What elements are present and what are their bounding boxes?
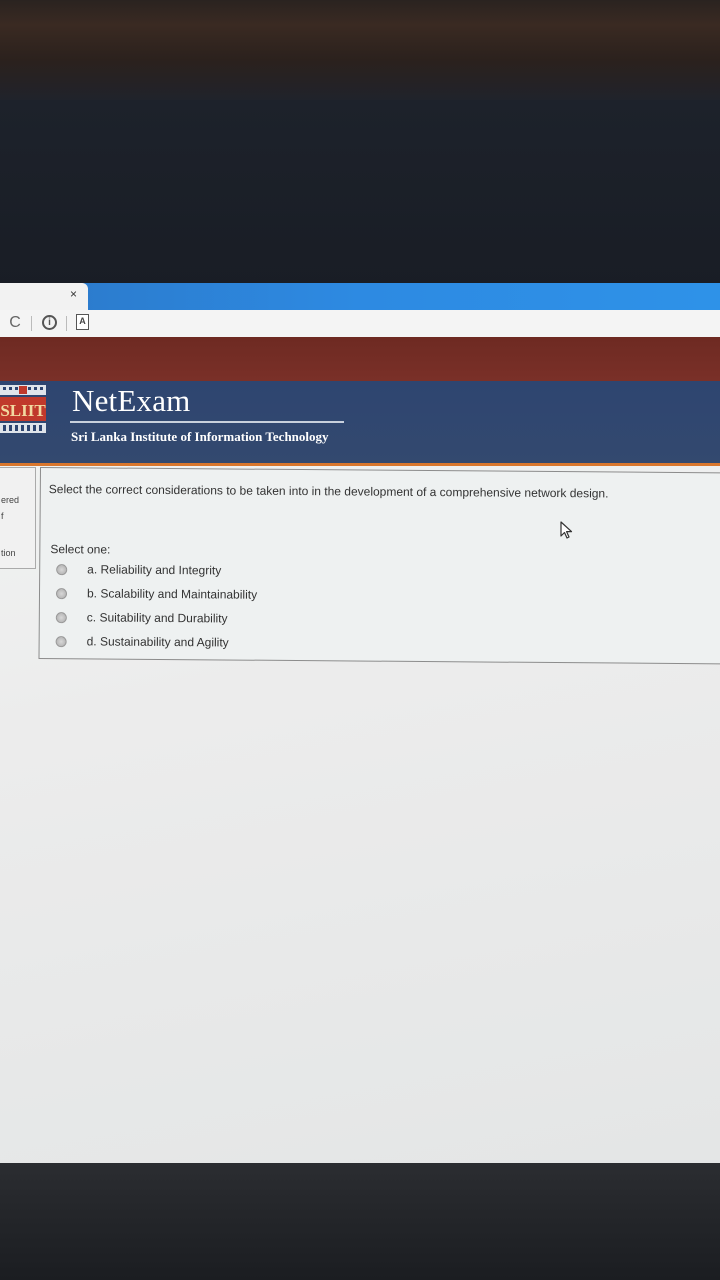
site-header: SLIIT NetExam Sri Lanka Institute of Inf… [0,381,720,466]
question-info-panel: ered f tion [0,467,36,569]
toolbar-divider [66,316,67,331]
room-background [0,0,720,100]
question-box: Select the correct considerations to be … [38,467,720,665]
browser-window: × C i A SLIIT NetExam Sri Lanka Institut… [0,283,720,1163]
radio-button-b[interactable] [55,588,68,600]
toolbar-divider [31,316,32,331]
answer-label-d[interactable]: d. Sustainability and Agility [87,634,229,649]
answer-option-b[interactable]: b. Scalability and Maintainability [55,586,356,606]
info-text-line: f [1,511,4,521]
answer-label-c[interactable]: c. Suitability and Durability [87,610,228,625]
browser-toolbar: C i A [0,310,720,338]
answer-option-a[interactable]: a. Reliability and Integrity [56,562,356,582]
info-text-line: ered [1,495,20,505]
page-icon[interactable]: A [76,314,89,330]
close-tab-icon[interactable]: × [70,287,77,301]
answer-option-c[interactable]: c. Suitability and Durability [55,610,356,630]
reload-icon[interactable]: C [6,314,24,332]
info-icon[interactable]: i [42,315,57,330]
monitor-bezel-bottom [0,1163,720,1280]
radio-button-c[interactable] [55,612,67,624]
answer-option-d[interactable]: d. Sustainability and Agility [55,634,356,654]
tab-strip: × [0,283,720,310]
answer-label-b[interactable]: b. Scalability and Maintainability [87,586,257,601]
title-underline [70,421,344,423]
netexam-title: NetExam [72,383,191,418]
logo-text: SLIIT [0,401,46,420]
answer-label-a[interactable]: a. Reliability and Integrity [87,562,221,577]
radio-button-a[interactable] [56,564,68,576]
sliit-logo[interactable]: SLIIT [0,385,46,439]
institute-name: Sri Lanka Institute of Information Techn… [71,429,329,444]
monitor-bezel-top [0,100,720,290]
site-top-band [0,337,720,381]
mouse-cursor-icon [560,521,573,539]
browser-tab[interactable]: × [0,283,88,310]
question-text: Select the correct considerations to be … [48,482,609,501]
select-one-label: Select one: [50,542,111,557]
radio-button-d[interactable] [55,636,67,648]
info-text-line: tion [1,548,16,558]
